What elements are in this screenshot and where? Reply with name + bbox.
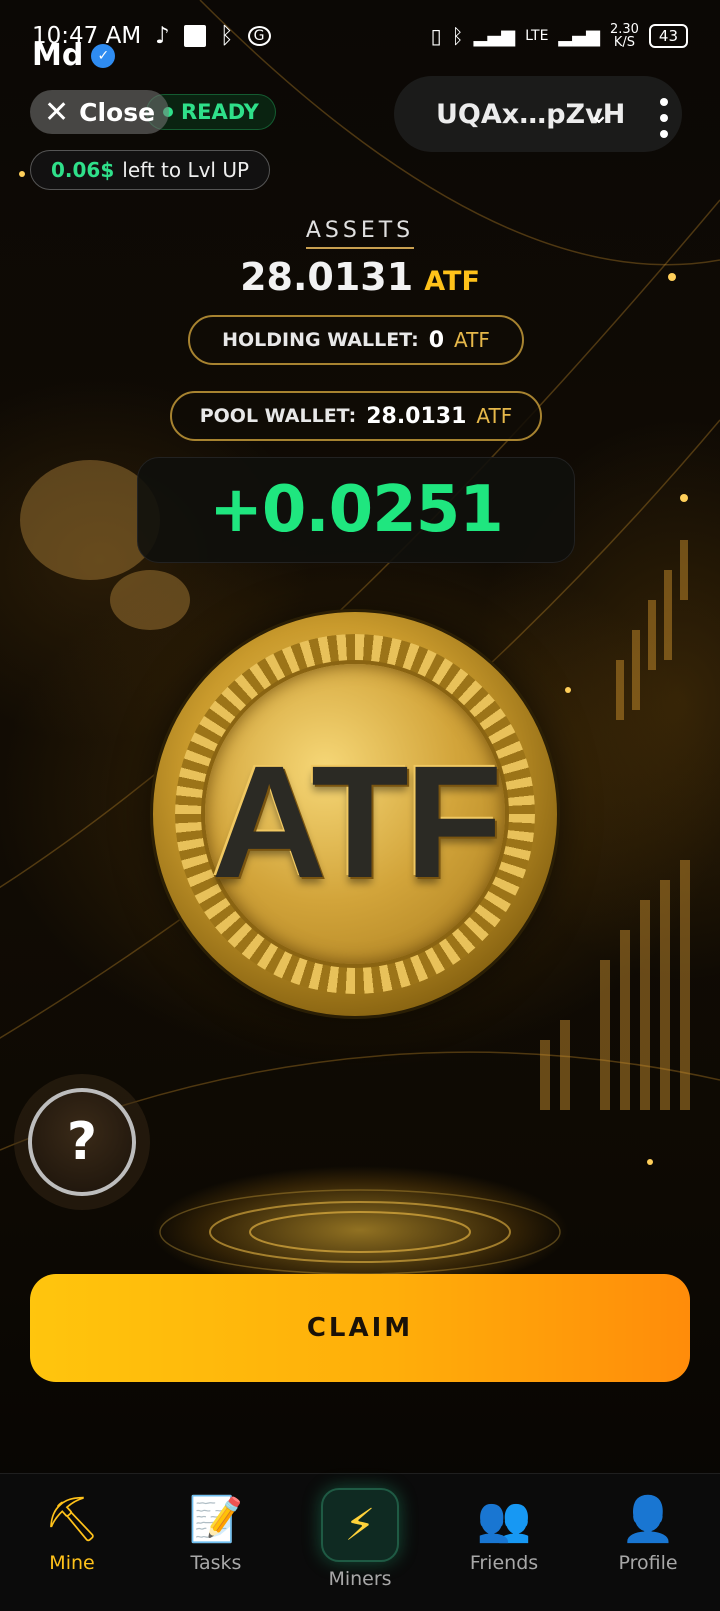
- chevron-down-icon[interactable]: ⌄: [588, 100, 610, 130]
- question-icon: ?: [66, 1112, 98, 1172]
- pool-wallet-currency: ATF: [476, 404, 513, 428]
- wallet-address-button[interactable]: UQAx…pZvH: [394, 76, 682, 152]
- nav-item-miners[interactable]: ⚡ Miners: [295, 1488, 425, 1590]
- bottom-nav: ⛏ Mine 📝 Tasks ⚡ Miners 👥 Friends 👤 Prof…: [0, 1473, 720, 1611]
- nav-label-profile: Profile: [618, 1552, 678, 1574]
- pool-wallet-label: POOL WALLET:: [199, 405, 357, 427]
- lightning-icon: ⚡: [321, 1488, 399, 1562]
- holding-wallet-value: 0: [428, 327, 445, 353]
- assets-currency: ATF: [424, 266, 480, 297]
- nav-item-profile[interactable]: 👤 Profile: [583, 1494, 713, 1574]
- ready-label: READY: [181, 100, 259, 124]
- bluetooth-icon: ᛒ: [219, 23, 234, 49]
- pool-wallet: POOL WALLET: 28.0131 ATF: [170, 391, 542, 441]
- nav-label-miners: Miners: [328, 1568, 392, 1590]
- vibrate-icon: ▯: [430, 24, 442, 48]
- nav-item-tasks[interactable]: 📝 Tasks: [151, 1494, 281, 1574]
- app-owner-label: Md ✓: [32, 38, 116, 73]
- owner-name: Md: [32, 38, 84, 73]
- square-icon: [183, 25, 206, 47]
- nav-label-mine: Mine: [49, 1552, 95, 1574]
- net-speed: 2.30 K/S: [609, 22, 639, 50]
- assets-value: 28.0131 ATF: [0, 255, 720, 299]
- gain-display: +0.0251: [137, 457, 575, 563]
- verified-icon: ✓: [91, 43, 116, 68]
- users-icon: 👥: [476, 1494, 532, 1545]
- help-button[interactable]: ?: [28, 1088, 136, 1196]
- tiktok-icon: ♪: [155, 23, 170, 49]
- signal-icon-2: ▂▄▆: [558, 25, 600, 47]
- pool-wallet-value: 28.0131: [366, 403, 467, 429]
- close-label: Close: [79, 97, 156, 127]
- nav-label-tasks: Tasks: [190, 1552, 242, 1574]
- gain-value: +0.0251: [209, 473, 504, 547]
- pickaxe-icon: ⛏: [44, 1494, 100, 1545]
- nav-item-friends[interactable]: 👥 Friends: [439, 1494, 569, 1574]
- assets-amount: 28.0131: [240, 255, 414, 299]
- assets-title: ASSETS: [0, 218, 720, 249]
- level-progress-pill: 0.06$ left to Lvl UP: [30, 150, 271, 190]
- battery-indicator: 43: [648, 24, 688, 48]
- atf-coin[interactable]: ATF: [153, 612, 557, 1016]
- signal-icon: ▂▄▆: [473, 25, 516, 47]
- close-button[interactable]: ✕ Close: [30, 90, 170, 134]
- memo-icon: 📝: [188, 1494, 244, 1545]
- claim-button[interactable]: CLAIM: [30, 1274, 690, 1382]
- holding-wallet: HOLDING WALLET: 0 ATF: [188, 315, 524, 365]
- lte-label: LTE: [525, 28, 549, 44]
- nav-label-friends: Friends: [469, 1552, 539, 1574]
- nav-item-mine[interactable]: ⛏ Mine: [7, 1494, 137, 1574]
- close-icon: ✕: [44, 94, 70, 130]
- user-icon: 👤: [620, 1494, 676, 1545]
- holding-wallet-currency: ATF: [454, 328, 490, 352]
- level-amount: 0.06$: [51, 158, 115, 182]
- holding-wallet-label: HOLDING WALLET:: [222, 329, 419, 351]
- bluetooth-icon-2: ᛒ: [451, 24, 464, 48]
- more-menu-icon[interactable]: [654, 98, 674, 138]
- claim-label: CLAIM: [306, 1313, 414, 1343]
- level-text: left to Lvl UP: [122, 158, 250, 182]
- coin-label: ATF: [211, 732, 502, 911]
- status-bar: 10:47 AM ♪ ᛒ G ▯ ᛒ ▂▄▆ LTE ▂▄▆ 2.30 K/S …: [32, 18, 688, 54]
- vpn-icon: G: [247, 26, 271, 46]
